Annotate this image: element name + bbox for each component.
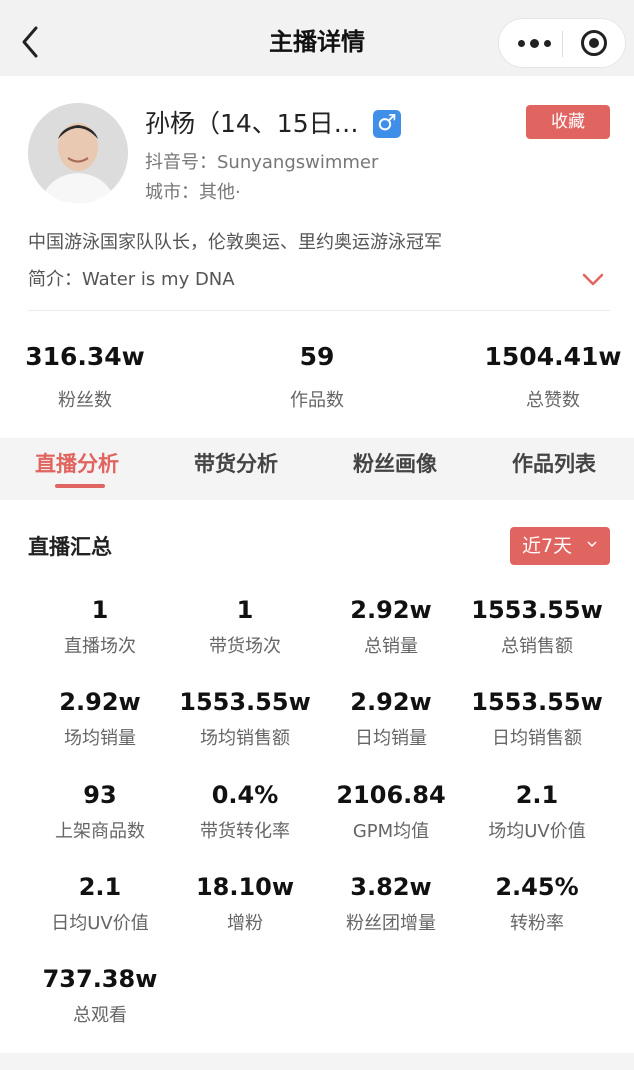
- metric-value: 1553.55w: [471, 688, 603, 716]
- tab-bar: 直播分析 带货分析 粉丝画像 作品列表: [0, 438, 634, 500]
- stat-label: 粉丝数: [58, 390, 112, 411]
- metric-value: 2.92w: [350, 596, 432, 624]
- metric-daily-sales: 1553.55w 日均销售额: [464, 686, 610, 750]
- metric-label: 直播场次: [64, 636, 136, 657]
- metric-total-volume: 2.92w 总销量: [318, 594, 464, 658]
- chevron-down-icon: [587, 541, 597, 548]
- metric-value: 2.45%: [495, 873, 579, 901]
- douyin-id: 抖音号：Sunyangswimmer: [145, 152, 379, 173]
- profile-card: 孙杨（14、15日… ♂ 收藏 抖音号：Sunyangswimmer 城市：其他…: [0, 76, 634, 438]
- metric-label: 日均销售额: [492, 728, 582, 749]
- metric-total-views: 737.38w 总观看: [27, 963, 173, 1027]
- metric-follow-rate: 2.45% 转粉率: [464, 871, 610, 935]
- metric-label: 场均销售额: [200, 728, 290, 749]
- tab-live-analysis[interactable]: 直播分析: [35, 448, 119, 478]
- stat-value: 316.34w: [25, 342, 145, 371]
- metric-total-sales: 1553.55w 总销售额: [464, 594, 610, 658]
- metric-value: 1: [236, 596, 254, 624]
- more-icon[interactable]: [509, 19, 559, 67]
- metric-label: 增粉: [227, 913, 263, 934]
- metric-value: 1553.55w: [179, 688, 311, 716]
- anchor-intro: 简介：Water is my DNA: [28, 269, 235, 290]
- anchor-description: 中国游泳国家队队长，伦敦奥运、里约奥运游泳冠军: [28, 232, 442, 253]
- metric-value: 2.92w: [59, 688, 141, 716]
- nav-bar: 主播详情: [0, 0, 634, 76]
- capsule-divider: [562, 31, 563, 57]
- metric-sales-sessions: 1 带货场次: [172, 594, 318, 658]
- stat-label: 总赞数: [526, 390, 580, 411]
- city: 城市：其他·: [145, 182, 241, 203]
- metric-label: 带货场次: [209, 636, 281, 657]
- metric-label: 总观看: [73, 1005, 127, 1026]
- metric-label: GPM均值: [352, 821, 430, 842]
- metric-value: 3.82w: [350, 873, 432, 901]
- date-range-label: 近7天: [522, 535, 573, 557]
- anchor-name: 孙杨（14、15日…: [145, 109, 359, 138]
- tab-fan-profile[interactable]: 粉丝画像: [353, 448, 437, 478]
- stat-label: 作品数: [290, 390, 344, 411]
- metric-label: 场均UV价值: [488, 821, 586, 842]
- avatar: [28, 103, 128, 203]
- divider: [28, 310, 610, 311]
- metric-value: 2.92w: [350, 688, 432, 716]
- tab-work-list[interactable]: 作品列表: [512, 448, 596, 478]
- stat-likes: 1504.41w 总赞数: [468, 340, 634, 412]
- stat-value: 1504.41w: [484, 342, 622, 371]
- metric-value: 1553.55w: [471, 596, 603, 624]
- metric-value: 18.10w: [195, 873, 295, 901]
- bottom-spacer: [0, 1053, 634, 1070]
- tab-sales-analysis[interactable]: 带货分析: [194, 448, 278, 478]
- metric-value: 737.38w: [42, 965, 158, 993]
- metric-avg-sales-per-session: 1553.55w 场均销售额: [172, 686, 318, 750]
- date-range-dropdown[interactable]: 近7天: [510, 527, 610, 565]
- miniapp-capsule: [498, 18, 626, 68]
- metric-value: 2.1: [515, 781, 559, 809]
- metric-label: 场均销量: [64, 728, 136, 749]
- metric-label: 日均销量: [355, 728, 427, 749]
- metric-fan-club-growth: 3.82w 粉丝团增量: [318, 871, 464, 935]
- close-miniapp-icon[interactable]: [569, 19, 619, 67]
- metric-label: 带货转化率: [200, 821, 290, 842]
- live-summary: 直播汇总 近7天 1 直播场次 1 带货场次 2.92w 总销量 1553.55w 总销…: [0, 500, 634, 1053]
- chevron-down-icon[interactable]: [580, 268, 606, 290]
- section-title: 直播汇总: [28, 535, 112, 559]
- stat-works: 59 作品数: [232, 340, 402, 412]
- metric-conversion-rate: 0.4% 带货转化率: [172, 779, 318, 843]
- metric-value: 0.4%: [211, 781, 279, 809]
- metric-label: 上架商品数: [55, 821, 145, 842]
- metric-label: 转粉率: [510, 913, 564, 934]
- metric-label: 日均UV价值: [51, 913, 149, 934]
- metric-value: 1: [91, 596, 109, 624]
- metric-label: 总销量: [364, 636, 418, 657]
- metric-fans-gained: 18.10w 增粉: [172, 871, 318, 935]
- metric-daily-uv: 2.1 日均UV价值: [27, 871, 173, 935]
- favorite-button[interactable]: 收藏: [526, 105, 610, 139]
- metric-listed-products: 93 上架商品数: [27, 779, 173, 843]
- metric-uv-per-session: 2.1 场均UV价值: [464, 779, 610, 843]
- metric-label: 粉丝团增量: [346, 913, 436, 934]
- metric-live-sessions: 1 直播场次: [27, 594, 173, 658]
- metric-value: 2.1: [78, 873, 122, 901]
- metric-value: 2106.84: [336, 781, 446, 809]
- metric-daily-volume: 2.92w 日均销量: [318, 686, 464, 750]
- metric-label: 总销售额: [501, 636, 573, 657]
- male-gender-icon: ♂: [373, 110, 401, 138]
- metric-avg-volume-per-session: 2.92w 场均销量: [27, 686, 173, 750]
- active-tab-indicator: [55, 484, 105, 488]
- stat-value: 59: [299, 342, 335, 371]
- metric-gpm-average: 2106.84 GPM均值: [318, 779, 464, 843]
- stat-fans: 316.34w 粉丝数: [0, 340, 170, 412]
- metric-value: 93: [83, 781, 117, 809]
